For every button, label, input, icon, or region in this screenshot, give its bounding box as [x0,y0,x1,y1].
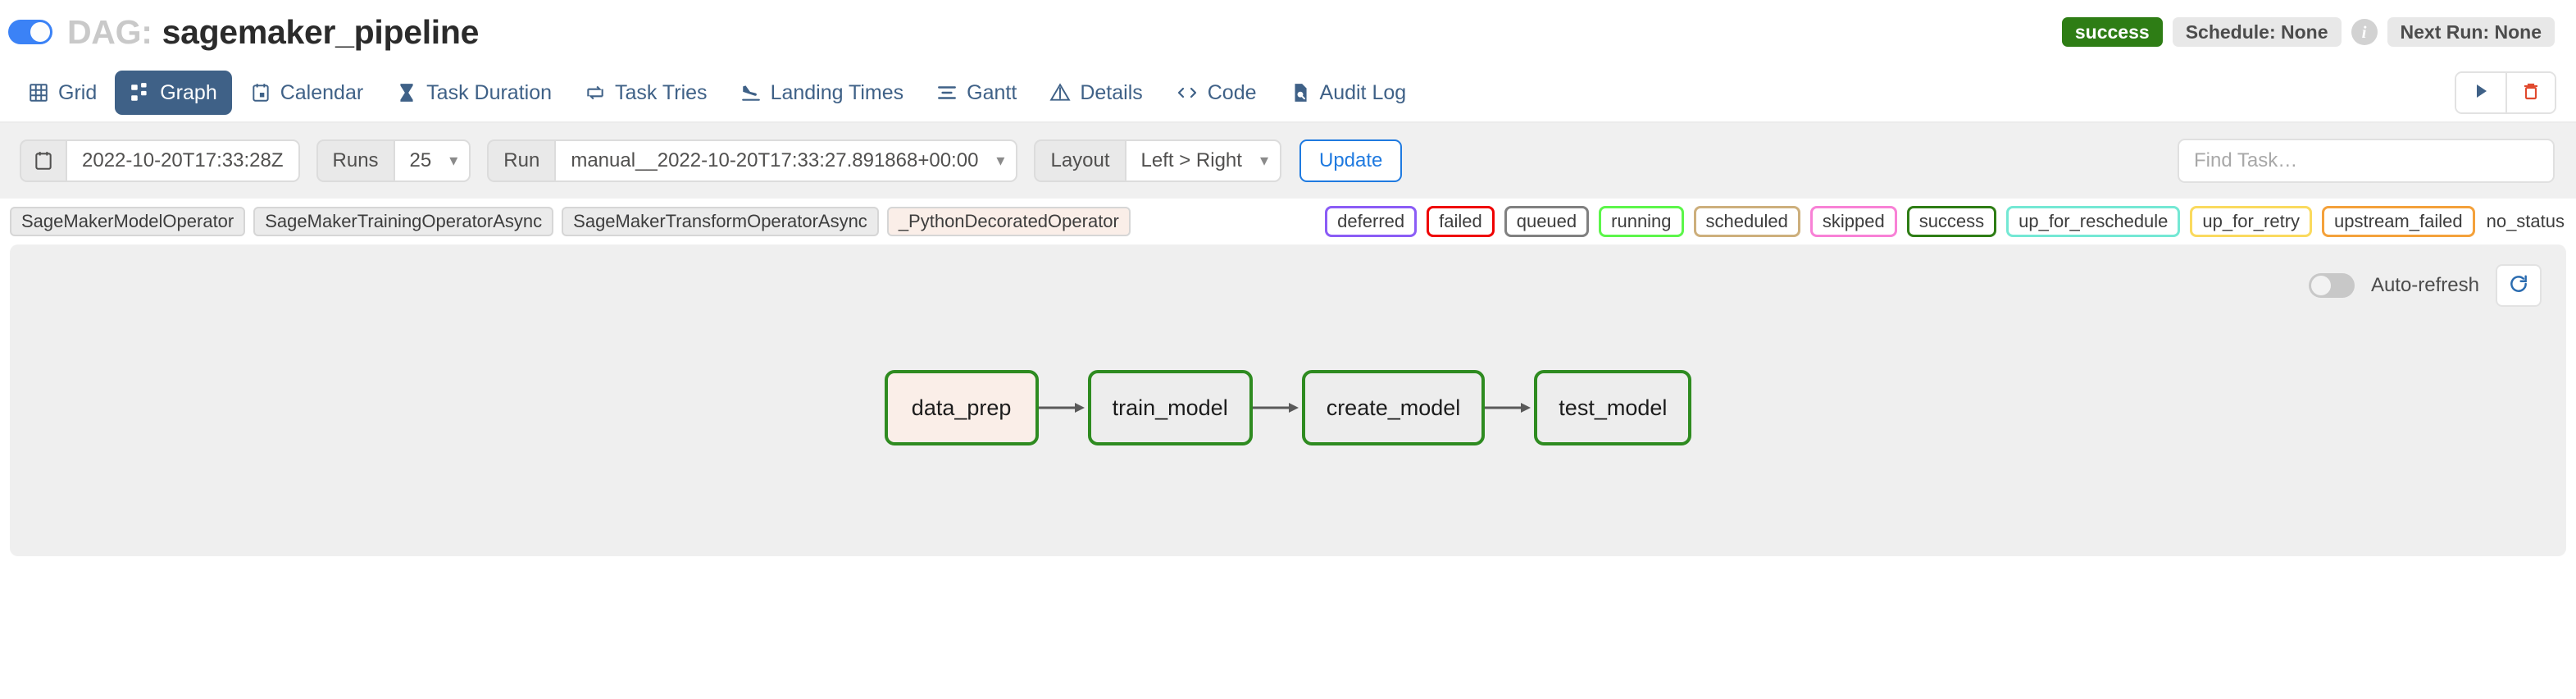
layout-select[interactable]: Left > Right ▾ [1125,139,1281,182]
dag-status-badge: success [2062,17,2163,47]
filter-toolbar: 2022-10-20T17:33:28Z Runs 25 ▾ Run manua… [0,123,2576,199]
tab-code[interactable]: Code [1161,71,1272,115]
tab-label: Details [1080,81,1142,105]
next-run-badge: Next Run: None [2387,17,2556,47]
status-legend-queued: queued [1504,206,1589,237]
grid-icon [28,82,49,103]
hourglass-icon [396,82,417,103]
run-group: Run manual__2022-10-20T17:33:27.891868+0… [487,139,1017,182]
task-node-train-model[interactable]: train_model [1088,370,1253,445]
tab-task-duration[interactable]: Task Duration [381,71,567,115]
graph-edge [1039,401,1088,414]
run-value: manual__2022-10-20T17:33:27.891868+00:00 [571,149,978,172]
gantt-bars-icon [936,82,958,103]
tab-label: Gantt [967,81,1017,105]
tab-grid[interactable]: Grid [13,71,112,115]
runs-select[interactable]: 25 ▾ [394,139,471,182]
base-date-input[interactable]: 2022-10-20T17:33:28Z [66,139,300,182]
tab-details[interactable]: Details [1035,71,1157,115]
legend-bar: SageMakerModelOperator SageMakerTraining… [0,199,2576,244]
tab-label: Calendar [280,81,363,105]
layout-group: Layout Left > Right ▾ [1034,139,1281,182]
delete-dag-button[interactable] [2505,73,2555,112]
update-button[interactable]: Update [1299,139,1402,182]
dag-graph: data_prep train_model create_model test_… [10,244,2566,556]
base-date-group: 2022-10-20T17:33:28Z [20,139,300,182]
runs-label: Runs [316,139,394,182]
page-title: DAG: sagemaker_pipeline [67,13,479,52]
tab-gantt[interactable]: Gantt [922,71,1031,115]
tab-label: Task Tries [615,81,708,105]
plane-landing-icon [740,82,762,103]
operator-badge[interactable]: SageMakerModelOperator [10,207,245,236]
status-legend-up-for-reschedule: up_for_reschedule [2006,206,2180,237]
run-label: Run [487,139,554,182]
header-status-group: success Schedule: None i Next Run: None [2062,17,2555,47]
calendar-icon[interactable] [20,139,66,182]
dag-pause-toggle[interactable] [8,20,52,44]
play-triangle-icon [2471,81,2491,105]
dag-action-group [2455,71,2556,114]
tab-label: Code [1208,81,1257,105]
trigger-dag-button[interactable] [2456,73,2505,112]
graph-canvas[interactable]: Auto-refresh data_prep train_model [10,244,2566,556]
status-legend-up-for-retry: up_for_retry [2190,206,2312,237]
trash-can-icon [2521,81,2541,105]
runs-value: 25 [410,149,432,172]
tab-task-tries[interactable]: Task Tries [570,71,722,115]
operator-badge[interactable]: _PythonDecoratedOperator [887,207,1131,236]
tab-label: Grid [58,81,97,105]
status-legend-scheduled: scheduled [1694,206,1800,237]
status-legend-deferred: deferred [1325,206,1417,237]
task-node-test-model[interactable]: test_model [1534,370,1691,445]
tab-graph[interactable]: Graph [115,71,231,115]
chevron-down-icon: ▾ [1260,153,1268,169]
view-tabbar: Grid Graph Calendar Tas [0,64,2576,123]
status-legend-upstream-failed: upstream_failed [2322,206,2475,237]
graph-edge [1253,401,1302,414]
runs-group: Runs 25 ▾ [316,139,471,182]
status-legend-failed: failed [1427,206,1495,237]
tab-audit-log[interactable]: Audit Log [1275,71,1422,115]
dag-name: sagemaker_pipeline [162,13,480,52]
tab-label: Landing Times [771,81,904,105]
graph-icon [130,82,151,103]
operator-badge[interactable]: SageMakerTransformOperatorAsync [562,207,879,236]
tab-calendar[interactable]: Calendar [235,71,378,115]
retry-arrows-icon [585,82,606,103]
task-node-create-model[interactable]: create_model [1302,370,1486,445]
chevron-down-icon: ▾ [449,153,457,169]
tab-label: Audit Log [1320,81,1407,105]
status-legend-no-status: no_status [2487,211,2565,232]
task-node-data-prep[interactable]: data_prep [885,370,1039,445]
find-task-input[interactable] [2178,139,2555,183]
status-legend-success: success [1907,206,1996,237]
layout-label: Layout [1034,139,1124,182]
code-brackets-icon [1176,82,1199,103]
chevron-down-icon: ▾ [996,153,1004,169]
calendar-icon [250,82,271,103]
status-legend-skipped: skipped [1810,206,1897,237]
info-icon[interactable]: i [2351,19,2378,45]
graph-edge [1485,401,1534,414]
document-search-icon [1290,82,1311,103]
layout-value: Left > Right [1141,149,1242,172]
tab-label: Task Duration [426,81,552,105]
dag-label: DAG: [67,13,152,52]
page-header: DAG: sagemaker_pipeline success Schedule… [0,0,2576,64]
schedule-badge: Schedule: None [2173,17,2342,47]
operator-badge[interactable]: SageMakerTrainingOperatorAsync [253,207,553,236]
run-select[interactable]: manual__2022-10-20T17:33:27.891868+00:00… [554,139,1017,182]
tab-label: Graph [160,81,216,105]
triangle-alert-icon [1049,82,1071,103]
tab-landing-times[interactable]: Landing Times [726,71,919,115]
status-legend-running: running [1599,206,1683,237]
